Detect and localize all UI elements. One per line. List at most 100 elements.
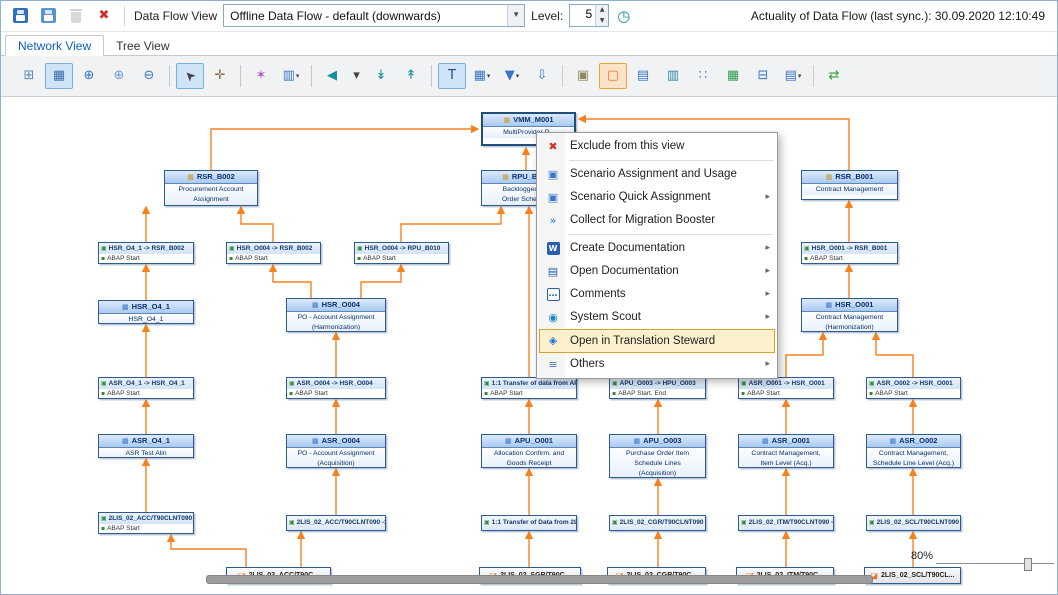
node-TR10[interactable]: ▣ASR_O002 -> HSR_O001▪ABAP Start (866, 377, 961, 399)
node-RSR_B002[interactable]: ▦RSR_B002Procurement AccountAssignment (164, 170, 258, 206)
menu-item-comments[interactable]: …Comments▸ (539, 283, 775, 306)
node-ASR_O002[interactable]: ▦ASR_O002Contract Management,Schedule Li… (866, 434, 961, 468)
data-transfer-tool[interactable]: ▤ (629, 63, 657, 89)
filter-down-tool[interactable]: ⇩ (528, 63, 556, 89)
node-ASR_O001[interactable]: ▦ASR_O001Contract Management,Item Level … (738, 434, 834, 468)
node-HSR_O4_1[interactable]: ▦HSR_O4_1HSR_O4_1 (98, 300, 194, 324)
node-title: 2LIS_02_SCL/T90CL... (881, 572, 955, 579)
node-HSR_O001[interactable]: ▦HSR_O001Contract Management(Harmonizati… (801, 298, 898, 332)
clock-icon[interactable]: ◷ (617, 7, 630, 25)
export-table-tool[interactable]: ▦ (719, 63, 747, 89)
chevron-down-icon[interactable]: ▾ (507, 5, 524, 26)
node-title: 2LIS_02_ITM/T90CLNT090 ->... (749, 519, 833, 526)
routine-icon: ▪ (229, 255, 233, 262)
node-ASR_O004[interactable]: ▦ASR_O004PO - Account Assignment(Acquisi… (286, 434, 386, 468)
expand-all-tool[interactable]: ↟ (397, 63, 425, 89)
pan-tool-tool[interactable]: ✛ (206, 63, 234, 89)
menu-item-create-documentation[interactable]: WCreate Documentation▸ (539, 237, 775, 260)
zoom-slider[interactable] (936, 563, 1054, 564)
auto-layout-tool[interactable]: ▦ (45, 63, 73, 89)
toolbar-separator (240, 65, 241, 87)
node-title: APU_O003 -> HPU_O003 (620, 380, 696, 387)
zoom-original-tool[interactable]: ⊕ (105, 63, 133, 89)
filter-down-icon: ⇩ (537, 68, 548, 83)
migration-booster-icon: » (542, 214, 564, 227)
menu-item-exclude-from-this-view[interactable]: ✖Exclude from this view (539, 135, 775, 158)
node-TR5[interactable]: ▣ASR_O4_1 -> HSR_O4_1▪ABAP Start (98, 377, 194, 399)
node-APU_O003[interactable]: ▦APU_O003Purchase Order ItemSchedule Lin… (609, 434, 706, 478)
refresh-tool[interactable]: ⇄ (820, 63, 848, 89)
highlight-frame-tool[interactable]: ▢ (599, 63, 627, 89)
node-TR16[interactable]: ▣2LIS_02_SCL/T90CLNT090 ->... (866, 515, 961, 531)
tab-network-view[interactable]: Network View (5, 35, 104, 56)
menu-item-label: Collect for Migration Booster (570, 214, 770, 226)
zoom-out-tool[interactable]: ⊖ (135, 63, 163, 89)
node-TR11[interactable]: ▣2LIS_02_ACC/T90CLNT090 ->...▪ABAP Start (98, 512, 194, 534)
node-TR8[interactable]: ▣APU_O003 -> HPU_O003▪ABAP Start, End (609, 377, 706, 399)
node-TR3[interactable]: ▣HSR_O004 -> RPU_B010▪ABAP Start (354, 242, 449, 264)
node-subtitle: ABAP Start (107, 255, 140, 262)
table-view-tool[interactable]: ▦▾ (468, 63, 496, 89)
text-tool-tool[interactable]: T (438, 63, 466, 89)
menu-item-open-documentation[interactable]: ▤Open Documentation▸ (539, 260, 775, 283)
node-TR7[interactable]: ▣1:1 Transfer of data from APU...▪ABAP S… (481, 377, 577, 399)
magic-wand-tool[interactable]: ✶ (247, 63, 275, 89)
level-spinner[interactable]: 5 ▲▼ (569, 4, 609, 27)
node-TR14[interactable]: ▣2LIS_02_CGR/T90CLNT090 ->... (609, 515, 706, 531)
lock-tool[interactable]: ▣ (569, 63, 597, 89)
node-TR6[interactable]: ▣ASR_O004 -> HSR_O004▪ABAP Start (286, 377, 386, 399)
node-body: Contract Management,Item Level (Acq.) (739, 448, 833, 468)
pixel-grid-tool[interactable]: ∷ (689, 63, 717, 89)
horizontal-scrollbar-thumb[interactable] (206, 575, 873, 584)
monitor-tool[interactable]: ▤▾ (779, 63, 807, 89)
menu-item-scenario-assignment-and-usage[interactable]: ▣Scenario Assignment and Usage (539, 163, 775, 186)
node-HSR_O004[interactable]: ▦HSR_O004PO - Account Assignment(Harmoni… (286, 298, 386, 332)
menu-item-scenario-quick-assignment[interactable]: ▣Scenario Quick Assignment▸ (539, 186, 775, 209)
jump-to-start-tool[interactable]: ◀ (318, 63, 346, 89)
node-title: 1:1 Transfer of data from APU... (492, 380, 576, 387)
menu-item-system-scout[interactable]: ◉System Scout▸ (539, 306, 775, 329)
spinner-up-icon[interactable]: ▲ (596, 5, 608, 16)
node-TR1[interactable]: ▣HSR_O4_1 -> RSR_B002▪ABAP Start (98, 242, 194, 264)
node-TR4[interactable]: ▣HSR_O001 -> RSR_B001▪ABAP Start (801, 242, 898, 264)
swimlane-tool[interactable]: ▥▾ (277, 63, 305, 89)
node-title: ASR_O004 -> HSR_O004 (297, 380, 373, 387)
menu-item-collect-for-migration-booster[interactable]: » Collect for Migration Booster (539, 209, 775, 232)
save-all-button[interactable] (37, 5, 59, 27)
node-TR9[interactable]: ▣ASR_O001 -> HSR_O001▪ABAP Start (738, 377, 834, 399)
save-button[interactable] (9, 5, 31, 27)
transport-tool[interactable]: ▥ (659, 63, 687, 89)
node-RSR_B001[interactable]: ▦RSR_B001Contract Management (801, 170, 898, 200)
tab-tree-view[interactable]: Tree View (104, 36, 181, 55)
zoom-in-tool[interactable]: ⊕ (75, 63, 103, 89)
hierarchy-icon: ⊟ (758, 68, 769, 83)
data-flow-view-label: Data Flow View (134, 9, 217, 23)
remove-data-flow-button[interactable]: ✖ (93, 5, 115, 27)
node-subtitle: ABAP Start (235, 255, 268, 262)
menu-item-label: Scenario Quick Assignment (570, 191, 759, 203)
jump-options-caret-tool[interactable]: ▾ (348, 63, 365, 89)
node-TR2[interactable]: ▣HSR_O004 -> RSR_B002▪ABAP Start (226, 242, 321, 264)
table-filter-tool[interactable]: ▼▾ (498, 63, 526, 89)
node-TR15[interactable]: ▣2LIS_02_ITM/T90CLNT090 ->... (738, 515, 834, 531)
menu-item-others[interactable]: ≡Others▸ (539, 353, 775, 376)
node-TR13[interactable]: ▣1:1 Transfer of Data from 2LIS... (481, 515, 577, 531)
spinner-down-icon[interactable]: ▼ (596, 16, 608, 27)
hierarchy-tool[interactable]: ⊟ (749, 63, 777, 89)
diagram-canvas[interactable]: ▦VMM_M001MultiProvider P...▦RSR_B002Proc… (1, 97, 1057, 594)
menu-item-open-in-translation-steward[interactable]: ◈Open in Translation Steward (539, 329, 775, 353)
collapse-all-tool[interactable]: ↡ (367, 63, 395, 89)
node-ASR_O4_1[interactable]: ▦ASR_O4_1ASR Test Alin (98, 434, 194, 458)
multiprovider-icon: ▦ (503, 114, 510, 126)
zoom-slider-thumb[interactable] (1024, 558, 1032, 571)
select-tool-tool[interactable]: ➤ (176, 63, 204, 89)
node-TR12[interactable]: ▣2LIS_02_ACC/T90CLNT090 ->... (286, 515, 386, 531)
grid-view-tool[interactable]: ⊞ (15, 63, 43, 89)
node-title: HSR_O004 -> RSR_B002 (237, 245, 313, 252)
data-flow-dropdown[interactable]: Offline Data Flow - default (downwards) … (223, 4, 525, 27)
submenu-arrow-icon: ▸ (765, 243, 770, 253)
delete-button[interactable] (65, 5, 87, 27)
node-APU_O001[interactable]: ▦APU_O001Allocation Confirm. andGoods Re… (481, 434, 577, 468)
dso-icon: ▦ (122, 435, 129, 447)
transformation-icon: ▣ (741, 380, 747, 387)
